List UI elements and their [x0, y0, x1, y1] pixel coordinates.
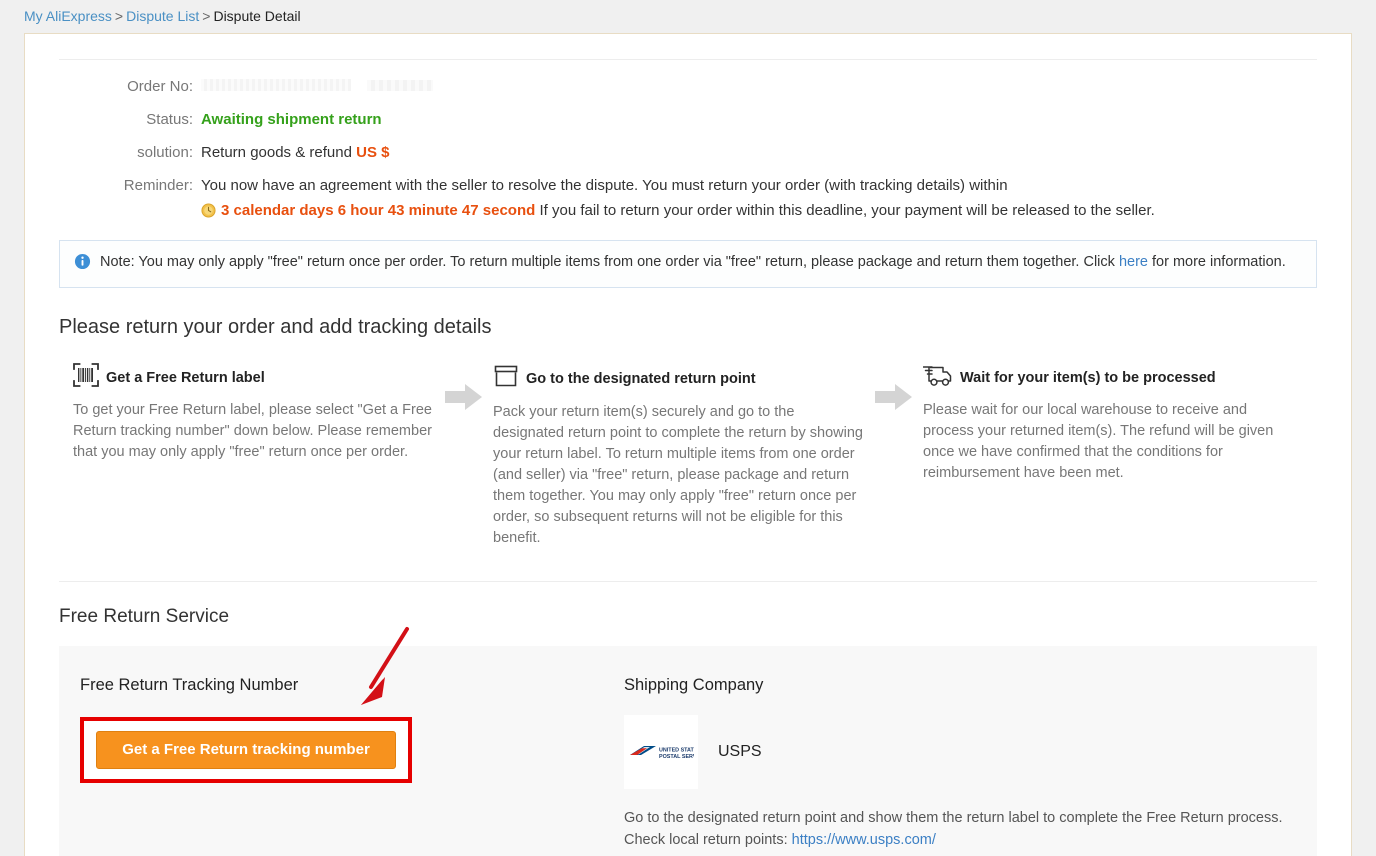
shipping-note-line-2-prefix: Check local return points: — [624, 832, 792, 848]
breadcrumb-separator: > — [199, 8, 213, 24]
note-text: Note: You may only apply "free" return o… — [100, 252, 1286, 273]
reminder-line-1: You now have an agreement with the selle… — [201, 177, 1155, 195]
solution-label: solution: — [59, 144, 201, 162]
step-body: Please wait for our local warehouse to r… — [923, 400, 1285, 484]
shipping-note-line-1: Go to the designated return point and sh… — [624, 807, 1317, 829]
free-return-note-banner: Note: You may only apply "free" return o… — [59, 240, 1317, 288]
solution-amount: US $ — [356, 144, 389, 161]
reminder-line-2-tail: If you fail to return your order within … — [539, 202, 1154, 219]
barcode-icon — [73, 363, 99, 392]
breadcrumb-separator: > — [112, 8, 126, 24]
step-body: To get your Free Return label, please se… — [73, 400, 435, 463]
carrier-name: USPS — [718, 743, 762, 761]
order-no-row: Order No: — [59, 78, 1317, 96]
step-header: Wait for your item(s) to be processed — [923, 363, 1285, 392]
order-no-label: Order No: — [59, 78, 201, 96]
step-header: Go to the designated return point — [493, 363, 865, 394]
steps-section-title: Please return your order and add trackin… — [59, 316, 1317, 339]
shipping-company-label: Shipping Company — [624, 676, 1317, 695]
reminder-value: You now have an agreement with the selle… — [201, 177, 1155, 222]
return-steps: Get a Free Return label To get your Free… — [59, 363, 1317, 549]
top-divider — [59, 59, 1317, 60]
reminder-line-2: 3 calendar days 6 hour 43 minute 47 seco… — [201, 202, 1155, 222]
step-get-free-return-label: Get a Free Return label To get your Free… — [73, 363, 435, 463]
get-free-return-tracking-number-button[interactable]: Get a Free Return tracking number — [96, 731, 396, 769]
reminder-label: Reminder: — [59, 177, 201, 222]
section-divider — [59, 581, 1317, 582]
status-row: Status: Awaiting shipment return — [59, 111, 1317, 129]
carrier-row: UNITED STATES POSTAL SERVICE USPS — [624, 715, 1317, 789]
breadcrumb-item-dispute-list[interactable]: Dispute List — [126, 8, 199, 24]
arrow-right-icon — [865, 363, 923, 411]
shipping-note: Go to the designated return point and sh… — [624, 807, 1317, 851]
step-title: Wait for your item(s) to be processed — [960, 370, 1216, 386]
step-header: Get a Free Return label — [73, 363, 435, 392]
svg-text:UNITED STATES: UNITED STATES — [659, 748, 694, 754]
dispute-info-table: Order No: Status: Awaiting shipment retu… — [59, 78, 1317, 222]
return-countdown: 3 calendar days 6 hour 43 minute 47 seco… — [221, 202, 535, 219]
breadcrumb: My AliExpress>Dispute List>Dispute Detai… — [0, 0, 1376, 30]
order-no-value — [201, 78, 433, 96]
info-icon — [74, 253, 91, 275]
step-wait-for-processing: Wait for your item(s) to be processed Pl… — [923, 363, 1285, 484]
dispute-detail-card: Order No: Status: Awaiting shipment retu… — [24, 33, 1352, 856]
breadcrumb-item-dispute-detail: Dispute Detail — [213, 8, 300, 24]
order-no-redacted-block-2 — [367, 80, 433, 91]
usps-logo: UNITED STATES POSTAL SERVICE — [624, 715, 698, 789]
free-return-tracking-number-label: Free Return Tracking Number — [80, 676, 624, 695]
reminder-row: Reminder: You now have an agreement with… — [59, 177, 1317, 222]
free-return-tracking-column: Free Return Tracking Number Get a Free R… — [59, 676, 624, 856]
step-title: Get a Free Return label — [106, 370, 265, 386]
usps-website-link[interactable]: https://www.usps.com/ — [792, 832, 936, 848]
arrow-right-icon — [435, 363, 493, 411]
step-body: Pack your return item(s) securely and go… — [493, 402, 865, 549]
free-return-service-panel: Free Return Tracking Number Get a Free R… — [59, 646, 1317, 856]
svg-text:POSTAL SERVICE: POSTAL SERVICE — [659, 754, 694, 760]
shipping-company-column: Shipping Company UNITED STATES POSTAL SE… — [624, 676, 1317, 856]
step-title: Go to the designated return point — [526, 371, 756, 387]
free-return-service-title: Free Return Service — [59, 606, 1317, 628]
order-no-redacted-block — [201, 79, 351, 91]
note-text-after-link: for more information. — [1148, 254, 1286, 270]
get-tracking-number-highlight: Get a Free Return tracking number — [80, 717, 412, 783]
shipping-note-line-2: Check local return points: https://www.u… — [624, 829, 1317, 851]
clock-icon — [201, 203, 216, 223]
note-text-before-link: Note: You may only apply "free" return o… — [100, 254, 1119, 270]
note-here-link[interactable]: here — [1119, 254, 1148, 270]
solution-row: solution: Return goods & refund US $ — [59, 144, 1317, 162]
breadcrumb-item-my-aliexpress[interactable]: My AliExpress — [24, 8, 112, 24]
status-badge: Awaiting shipment return — [201, 111, 382, 129]
open-box-icon — [493, 363, 519, 394]
step-go-to-return-point: Go to the designated return point Pack y… — [493, 363, 865, 549]
solution-text: Return goods & refund — [201, 144, 352, 161]
solution-value: Return goods & refund US $ — [201, 144, 389, 162]
delivery-truck-icon — [923, 363, 953, 392]
status-label: Status: — [59, 111, 201, 129]
